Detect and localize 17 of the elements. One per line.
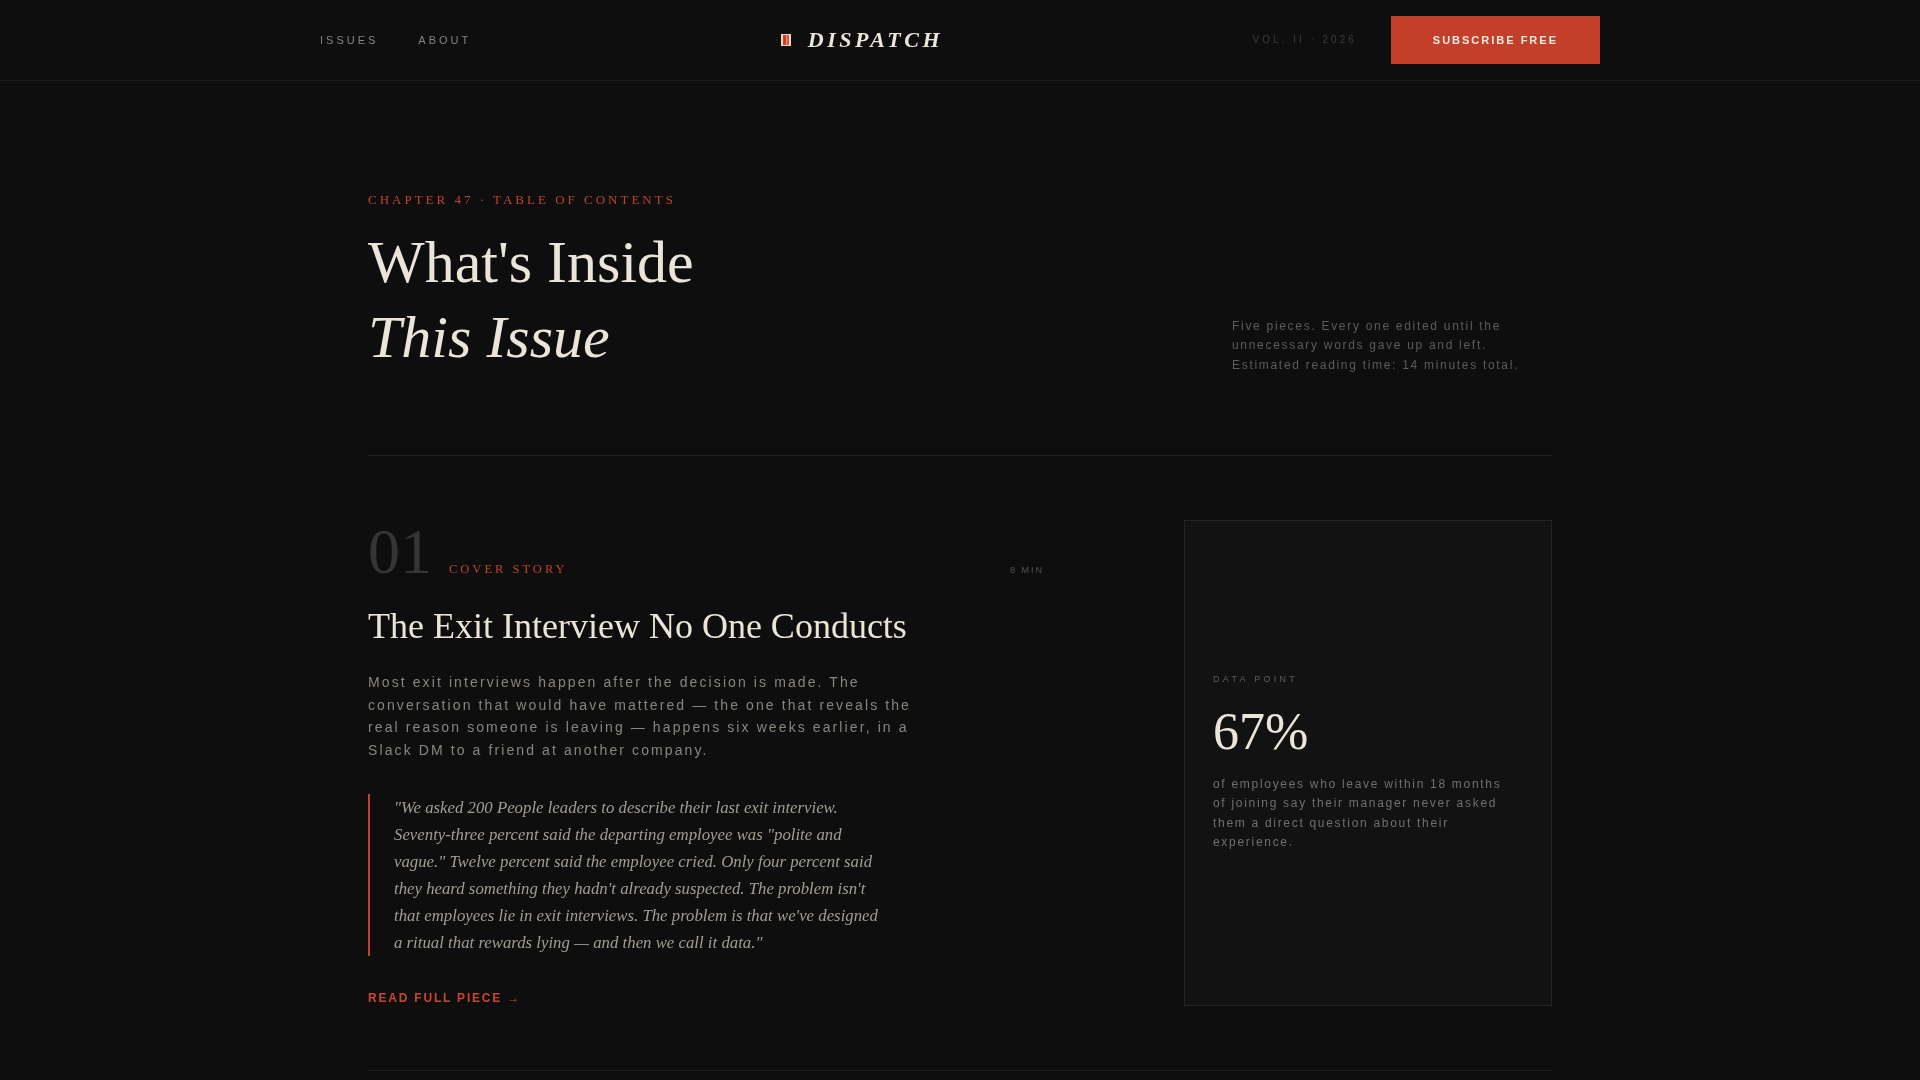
intro-text: Five pieces. Every one edited until the unnecessary words gave up and left. Estimated reading time: 14 minutes total.	[1232, 317, 1521, 374]
read-more-link[interactable]: READ FULL PIECE →	[368, 990, 522, 1005]
pull-quote: "We asked 200 People leaders to describe their last exit interview. Seventy-three percent said the departing employee was "polite and vague." Twelve percent said the employee cried. Only four percent said they heard something they hadn't already suspected. The problem isn't that employees lie in exit interviews. The problem is that we've designed a ritual that rewards lying — and then we call it data."	[368, 793, 882, 956]
stat-value: 67%	[1213, 705, 1310, 758]
article-title: The Exit Interview No One Conducts	[368, 605, 908, 648]
nav-link[interactable]: ISSUES	[320, 33, 379, 47]
article-summary: Most exit interviews happen after the decision is made. The conversation that would have mattered — the one that reveals the real reason someone is leaving — happens six weeks earlier, in a Slack DM to a friend at another company.	[368, 673, 912, 761]
book-icon	[780, 34, 791, 46]
section-eyebrow: CHAPTER 47 · TABLE OF CONTENTS	[368, 192, 677, 208]
data-label: DATA POINT	[1213, 672, 1300, 685]
category-label: COVER STORY	[449, 561, 568, 577]
stat-caption: of employees who leave within 18 months of joining say their manager never asked them a direct question about their experience.	[1213, 775, 1503, 852]
read-time: 8 MIN	[1010, 564, 1044, 576]
subscribe-button[interactable]: SUBSCRIBE FREE	[1390, 16, 1600, 64]
nav-link[interactable]: ABOUT	[418, 33, 472, 47]
site-logo[interactable]: DISPATCH	[807, 27, 943, 53]
page-title: What's Inside This Issue	[368, 228, 694, 372]
